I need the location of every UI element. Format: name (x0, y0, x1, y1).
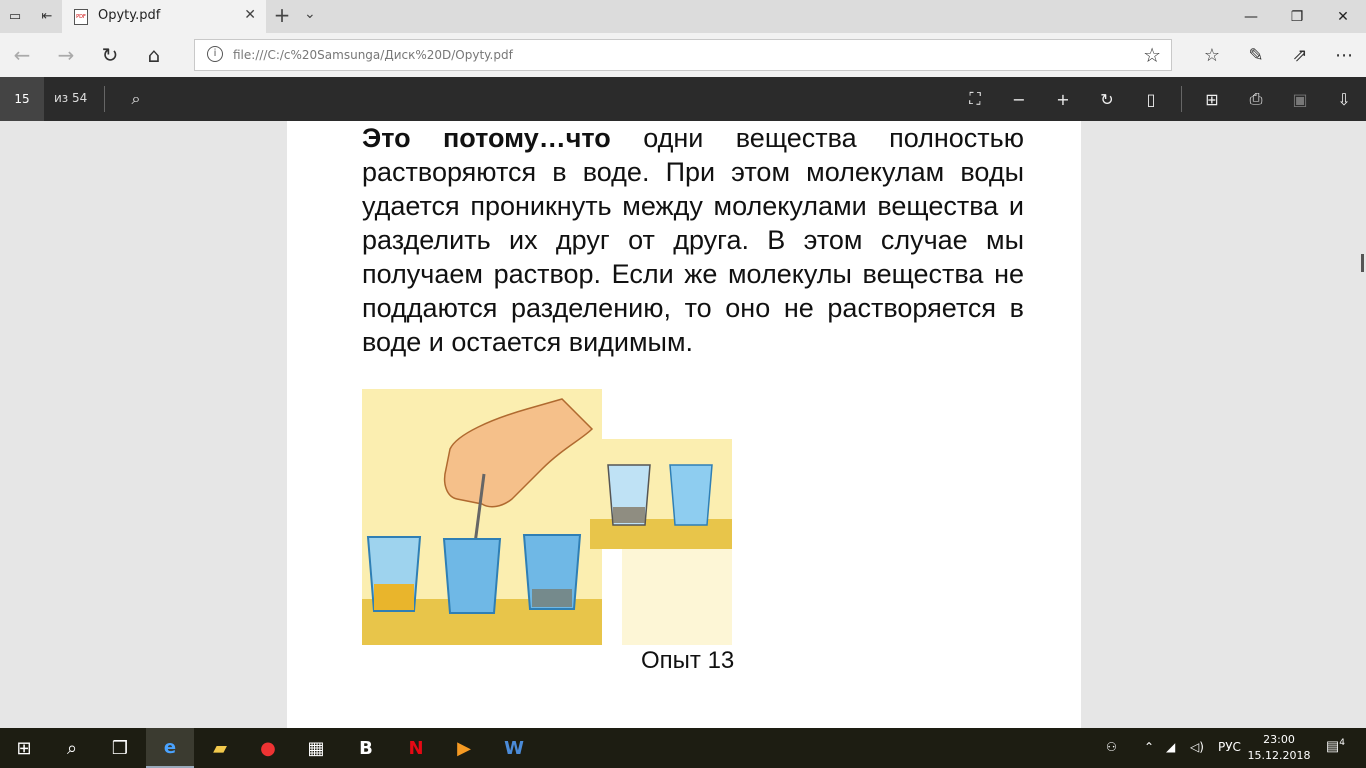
web-note-icon[interactable]: ✎ (1242, 41, 1270, 69)
scrollbar[interactable] (1361, 254, 1364, 272)
tab-close-icon[interactable]: ✕ (244, 7, 256, 23)
notifications-icon[interactable]: ▤4 (1326, 738, 1345, 755)
netflix-icon[interactable]: N (392, 728, 440, 768)
url-field[interactable]: i file:///C:/c%20Samsunga/Диск%20D/Opyty… (194, 39, 1172, 71)
zoom-in-icon[interactable]: + (1051, 87, 1075, 111)
taskbar: ⊞ ⌕ ❒ e ▰ ● ▦ B N ▶ W ⚇ ⌃ ◢ ◁) РУС 23:00… (0, 728, 1366, 768)
figure-caption: Опыт 13 (641, 647, 735, 674)
start-icon[interactable]: ⊞ (0, 728, 48, 768)
search-icon[interactable]: ⌕ (48, 728, 96, 768)
tabs-aside-icon[interactable]: ▭ (4, 5, 26, 27)
tab-bar: ▭ ⇤ PDF Opyty.pdf ✕ + ⌄ — ❐ ✕ (0, 0, 1366, 33)
pdf-file-icon: PDF (74, 9, 88, 25)
pdf-page: Это потому…что одни вещества полностью р… (287, 121, 1081, 728)
people-icon[interactable]: ⚇ (1106, 740, 1117, 754)
more-icon[interactable]: ⋯ (1330, 41, 1358, 69)
url-text: file:///C:/c%20Samsunga/Диск%20D/Opyty.p… (233, 48, 513, 62)
share-icon[interactable]: ⇗ (1286, 41, 1314, 69)
info-icon[interactable]: i (207, 46, 223, 62)
text-lead-bold: Это потому…что (362, 123, 611, 153)
yandex-icon[interactable]: ● (244, 728, 292, 768)
page-layout-icon[interactable]: ▯ (1139, 87, 1163, 111)
notification-count: 4 (1339, 738, 1345, 748)
word-icon[interactable]: W (490, 728, 538, 768)
page-number-input[interactable]: 15 (0, 77, 44, 121)
home-icon[interactable]: ⌂ (140, 41, 168, 69)
minimize-icon[interactable]: — (1228, 0, 1274, 33)
tab-opyty-pdf[interactable]: PDF Opyty.pdf ✕ (62, 0, 266, 33)
back-icon[interactable]: ← (8, 41, 36, 69)
refresh-icon[interactable]: ↻ (96, 41, 124, 69)
new-tab-icon[interactable]: + (270, 5, 294, 25)
volume-icon[interactable]: ◁) (1190, 740, 1204, 754)
store-icon[interactable]: ▦ (292, 728, 340, 768)
save-icon[interactable]: ▣ (1288, 87, 1312, 111)
read-aloud-icon[interactable]: ⊞ (1200, 87, 1224, 111)
show-hidden-icons-icon[interactable]: ⌃ (1144, 740, 1154, 754)
favorites-icon[interactable]: ☆ (1198, 41, 1226, 69)
edge-icon[interactable]: e (146, 728, 194, 768)
favorite-star-icon[interactable]: ☆ (1143, 43, 1161, 67)
pdf-toolbar: 15 из 54 ⌕ ⛶ − + ↻ ▯ ⊞ ⎙ ▣ ⇩ (0, 77, 1366, 121)
save-as-icon[interactable]: ⇩ (1332, 87, 1356, 111)
booking-icon[interactable]: B (342, 728, 390, 768)
pdf-viewer[interactable]: Это потому…что одни вещества полностью р… (0, 121, 1366, 728)
page-total: из 54 (54, 91, 88, 105)
language-indicator[interactable]: РУС (1218, 740, 1241, 754)
file-explorer-icon[interactable]: ▰ (196, 728, 244, 768)
forward-icon[interactable]: → (52, 41, 80, 69)
clock[interactable]: 23:00 15.12.2018 (1244, 732, 1314, 764)
network-icon[interactable]: ◢ (1166, 740, 1175, 754)
tab-title: Opyty.pdf (98, 8, 161, 23)
divider (1181, 86, 1182, 112)
page-text: Это потому…что одни вещества полностью р… (362, 121, 1024, 359)
print-icon[interactable]: ⎙ (1244, 87, 1268, 111)
text-body: одни вещества полностью растворяются в в… (362, 123, 1024, 357)
tab-preview-chevron-icon[interactable]: ⌄ (304, 6, 316, 22)
search-icon[interactable]: ⌕ (124, 87, 148, 111)
video-icon[interactable]: ▶ (440, 728, 488, 768)
task-view-icon[interactable]: ❒ (96, 728, 144, 768)
fit-page-icon[interactable]: ⛶ (963, 87, 987, 111)
clock-time: 23:00 (1263, 733, 1295, 746)
divider (104, 86, 105, 112)
address-bar-row: ← → ↻ ⌂ i file:///C:/c%20Samsunga/Диск%2… (0, 33, 1366, 77)
zoom-out-icon[interactable]: − (1007, 87, 1031, 111)
rotate-icon[interactable]: ↻ (1095, 87, 1119, 111)
restore-icon[interactable]: ❐ (1274, 0, 1320, 33)
set-tabs-aside-icon[interactable]: ⇤ (36, 5, 58, 27)
close-window-icon[interactable]: ✕ (1320, 0, 1366, 33)
experiment-illustration (362, 389, 732, 645)
clock-date: 15.12.2018 (1247, 749, 1311, 762)
